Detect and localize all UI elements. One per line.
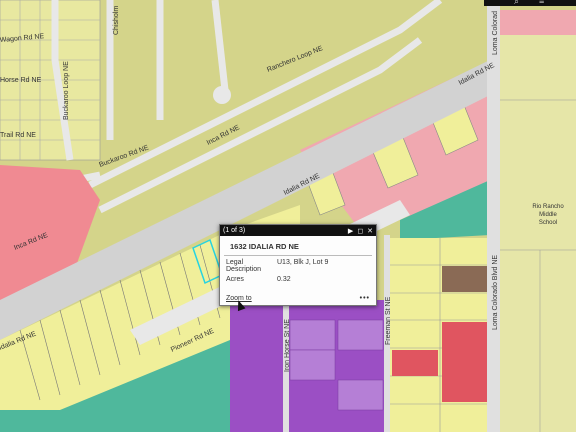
popup-row-legal: Legal Description U13, Blk J, Lot 9 xyxy=(220,256,376,273)
legal-description-value: U13, Blk J, Lot 9 xyxy=(277,259,329,266)
acres-value: 0.32 xyxy=(277,276,291,283)
label-loma-colorado-top: Loma Colorad xyxy=(492,11,499,55)
school-label-line2: Middle xyxy=(539,212,557,218)
label-trail-rd: Trail Rd NE xyxy=(0,132,36,139)
red-lot-east xyxy=(442,322,488,402)
school-north-commercial xyxy=(500,10,576,35)
label-freeman: Freeman St NE xyxy=(385,296,392,345)
popup-header: (1 of 3) ▶ ◻ ✕ xyxy=(220,225,376,236)
cul-de-sac xyxy=(213,86,231,104)
parcel-popup: (1 of 3) ▶ ◻ ✕ 1632 IDALIA RD NE Legal D… xyxy=(219,224,377,306)
label-loma-colorado: Loma Colorado Blvd NE xyxy=(492,255,499,330)
next-feature-icon[interactable]: ▶ xyxy=(348,227,353,235)
maximize-icon[interactable]: ◻ xyxy=(357,227,363,235)
map-canvas[interactable]: Wagon Rd NE Chisholm Horse Rd NE Trail R… xyxy=(0,0,576,432)
popup-address: 1632 IDALIA RD NE xyxy=(224,236,372,256)
label-iron-horse: Iron Horse St NE xyxy=(284,319,291,372)
popup-row-acres: Acres 0.32 xyxy=(220,273,376,283)
label-horse-rd: Horse Rd NE xyxy=(0,77,42,84)
parcel-map[interactable]: Wagon Rd NE Chisholm Horse Rd NE Trail R… xyxy=(0,0,576,432)
close-icon[interactable]: ✕ xyxy=(367,227,373,235)
map-toolbar: ⌕ ≡ xyxy=(484,0,576,6)
label-chisholm: Chisholm xyxy=(113,6,120,35)
legal-description-label: Legal Description xyxy=(226,259,262,273)
menu-icon[interactable]: ≡ xyxy=(539,0,544,6)
popup-footer: Zoom to ••• xyxy=(226,295,370,302)
school-label-line1: Rio Rancho xyxy=(532,204,564,210)
brown-lot xyxy=(442,266,488,292)
more-options-button[interactable]: ••• xyxy=(360,295,370,302)
school-label-line3: School xyxy=(539,220,557,226)
search-icon[interactable]: ⌕ xyxy=(514,0,519,7)
school-area xyxy=(500,30,576,432)
label-buckaroo-loop: Buckaroo Loop NE xyxy=(63,61,70,120)
red-lot-west xyxy=(392,350,438,376)
acres-label: Acres xyxy=(226,276,244,283)
popup-counter: (1 of 3) xyxy=(223,227,246,234)
